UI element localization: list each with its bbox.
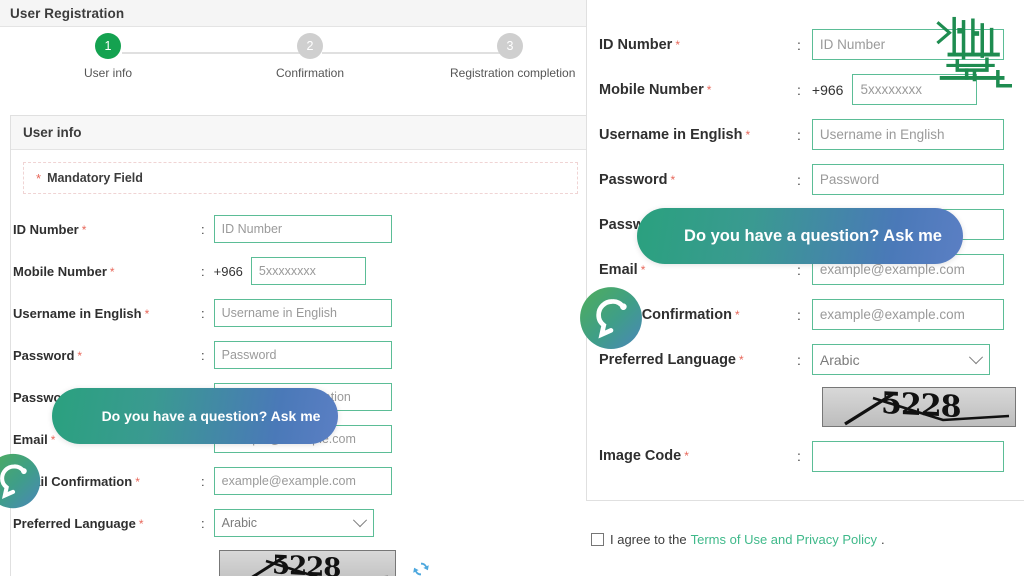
chat-prompt-bubble-right[interactable]: Do you have a question? Ask me <box>637 208 963 264</box>
r-colon-username-en: : <box>797 126 801 143</box>
r-label-username-en: Username in English * <box>599 126 751 143</box>
label-password: Password * <box>13 347 83 363</box>
page-title: User Registration <box>10 5 125 21</box>
chat-prompt-bubble-left[interactable]: Do you have a question? Ask me <box>52 388 338 444</box>
stepper-step-2[interactable]: 2 Confirmation <box>250 33 370 80</box>
r-label-preferred-language: Preferred Language * <box>599 351 744 368</box>
chevron-down-icon <box>352 513 367 528</box>
chat-launcher-left[interactable] <box>0 452 42 510</box>
r-colon-id-number: : <box>797 36 801 53</box>
r-field-row-username-en: Username in English * : Username in Engli… <box>587 112 1024 157</box>
input-username-en[interactable]: Username in English <box>213 299 392 327</box>
page-header: User Registration <box>0 0 588 27</box>
terms-agreement-row: I agree to the Terms of Use and Privacy … <box>591 532 885 547</box>
user-info-card: User info * Mandatory Field ID Number * :… <box>10 115 588 576</box>
r-input-email-confirmation[interactable]: example@example.com <box>811 299 1004 330</box>
label-preferred-language: Preferred Language * <box>13 515 144 531</box>
terms-checkbox[interactable] <box>591 533 604 546</box>
colon-id-number: : <box>201 221 205 237</box>
label-id-number: ID Number * <box>13 221 87 237</box>
user-info-card-header: User info <box>11 116 588 150</box>
input-mobile-number[interactable]: 5xxxxxxxx <box>250 257 366 285</box>
r-colon-mobile-number: : <box>797 81 801 98</box>
r-field-row-id-number: ID Number * : ID Number <box>587 22 1024 67</box>
label-mobile-number: Mobile Number * <box>13 263 115 279</box>
chat-prompt-text-right: Do you have a question? Ask me <box>684 226 942 245</box>
stepper-step-1-label: User info <box>83 66 133 80</box>
r-colon-image-code: : <box>797 448 801 464</box>
stepper-step-1[interactable]: 1 User info <box>48 33 168 80</box>
field-row-mobile-number: Mobile Number * : +966 5xxxxxxxx <box>11 250 588 292</box>
left-form-panel: User Registration 1 User info 2 Confirma… <box>0 0 589 576</box>
colon-preferred-language: : <box>201 515 205 531</box>
r-input-username-en[interactable]: Username in English <box>811 119 1004 150</box>
r-label-id-number: ID Number * <box>599 36 680 53</box>
stepper-step-3-number: 3 <box>497 33 523 59</box>
progress-stepper: 1 User info 2 Confirmation 3 Registratio… <box>0 33 588 101</box>
captcha-image-left: 5228 <box>219 550 396 576</box>
r-input-password[interactable]: Password <box>811 164 1004 195</box>
field-row-preferred-language: Preferred Language * : Arabic <box>11 502 588 544</box>
colon-email-confirmation: : <box>201 473 205 489</box>
r-input-image-code[interactable] <box>811 440 1004 472</box>
stepper-step-1-number: 1 <box>95 33 121 59</box>
chat-prompt-text-left: Do you have a question? Ask me <box>101 408 321 424</box>
r-input-id-number[interactable]: ID Number <box>811 29 1004 60</box>
r-field-row-mobile-number: Mobile Number * : +966 5xxxxxxxx <box>587 67 1024 112</box>
r-colon-email-confirmation: : <box>797 306 801 323</box>
refresh-icon <box>413 562 429 576</box>
input-email-confirmation[interactable]: example@example.com <box>213 467 392 495</box>
colon-mobile-number: : <box>201 263 205 279</box>
captcha-refresh-left[interactable] <box>410 558 432 576</box>
input-password[interactable]: Password <box>213 341 392 369</box>
terms-suffix-label: . <box>881 532 885 547</box>
registration-screen: User Registration 1 User info 2 Confirma… <box>0 0 1024 576</box>
terms-prefix-label: I agree to the <box>610 532 687 547</box>
field-row-email-confirmation: Email Confirmation * : example@example.co… <box>11 460 588 502</box>
r-country-code-label: +966 <box>811 81 844 98</box>
stepper-step-3-label: Registration completion <box>450 66 576 80</box>
preferred-language-value: Arabic <box>221 516 258 530</box>
right-form-panel: ID Number * : ID Number Mobile Number * : … <box>586 0 1024 576</box>
mandatory-field-label: Mandatory Field <box>47 171 143 185</box>
mandatory-star-icon: * <box>36 170 42 186</box>
input-id-number[interactable]: ID Number <box>213 215 392 243</box>
user-info-card-title: User info <box>23 125 82 140</box>
r-label-password: Password * <box>599 171 676 188</box>
chat-launcher-right[interactable] <box>578 285 644 351</box>
r-preferred-language-value: Arabic <box>819 351 860 368</box>
r-colon-password: : <box>797 171 801 188</box>
r-field-row-password: Password * : Password <box>587 157 1024 202</box>
r-input-mobile-number[interactable]: 5xxxxxxxx <box>852 74 978 105</box>
mandatory-field-note: * Mandatory Field <box>23 162 578 194</box>
r-captcha-image: 5228 <box>822 387 1016 427</box>
stepper-step-2-label: Confirmation <box>275 66 345 80</box>
country-code-label: +966 <box>213 263 243 279</box>
r-field-row-preferred-language: Preferred Language * : Arabic <box>587 337 1024 382</box>
stepper-step-3[interactable]: 3 Registration completion <box>450 33 576 80</box>
field-row-username-en: Username in English * : Username in Engli… <box>11 292 588 334</box>
registration-form-left: ID Number * : ID Number Mobile Number * : … <box>11 194 588 576</box>
field-row-password: Password * : Password <box>11 334 588 376</box>
stepper-step-2-number: 2 <box>297 33 323 59</box>
r-label-mobile-number: Mobile Number * <box>599 81 712 98</box>
r-field-row-image-code: Image Code * : <box>587 432 1024 480</box>
r-colon-preferred-language: : <box>797 351 801 368</box>
colon-password: : <box>201 347 205 363</box>
field-row-id-number: ID Number * : ID Number <box>11 208 588 250</box>
terms-of-use-link[interactable]: Terms of Use and Privacy Policy <box>691 532 877 547</box>
r-field-row-email-confirmation: Email Confirmation * : example@example.co… <box>587 292 1024 337</box>
colon-username-en: : <box>201 305 205 321</box>
r-chevron-down-icon <box>968 349 983 364</box>
label-username-en: Username in English * <box>13 305 150 321</box>
select-preferred-language[interactable]: Arabic <box>213 509 374 537</box>
r-captcha-row: 5228 <box>587 382 1024 432</box>
r-select-preferred-language[interactable]: Arabic <box>811 344 990 375</box>
r-label-image-code: Image Code * <box>599 448 689 464</box>
captcha-row-left: 5228 <box>11 544 588 576</box>
